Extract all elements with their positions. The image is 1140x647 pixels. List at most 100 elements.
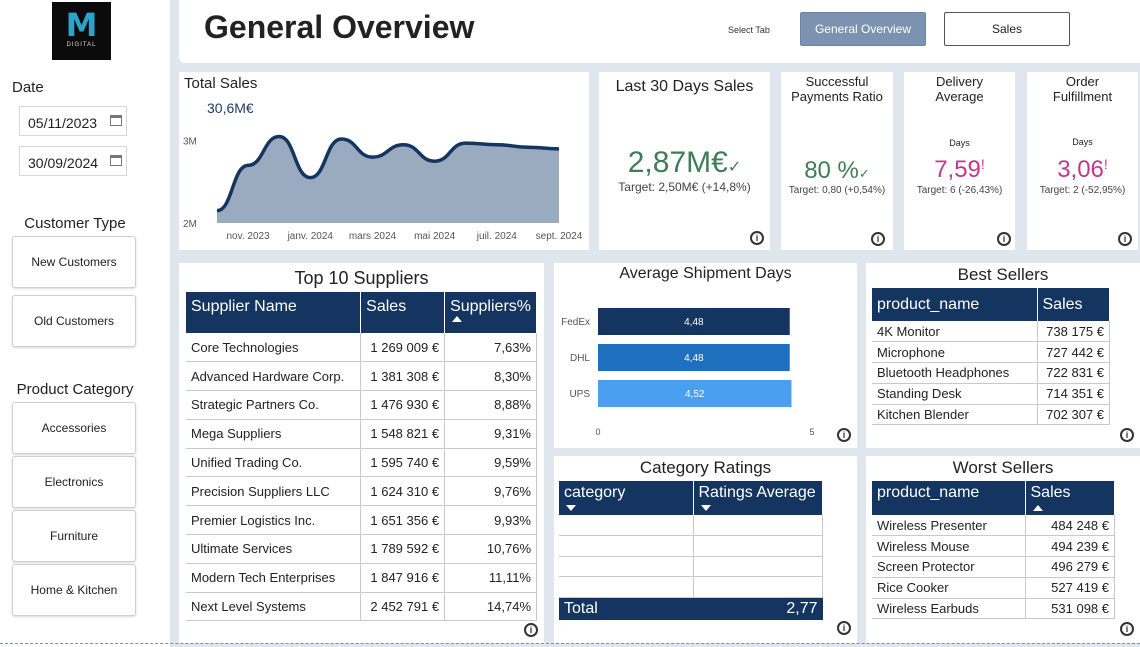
tab-general-overview[interactable]: General Overview [800, 12, 926, 46]
table-row[interactable]: Premier Logistics Inc. 1 651 356 €9,93% [186, 505, 537, 536]
last30-value: 2,87M€ [627, 146, 728, 179]
best-sellers-table-body: 4K Monitor 738 175 € Microphone 727 442 € Bl… [872, 321, 1110, 426]
table-cell: 702 307 € [1037, 404, 1110, 426]
info-icon[interactable]: i [1118, 232, 1132, 246]
slicer-new-customers[interactable]: New Customers [12, 236, 136, 288]
payments-card: Successful Payments Ratio 80 %✓ Target: … [781, 72, 893, 250]
calendar-icon[interactable] [110, 115, 122, 126]
table-cell: 9,93% [444, 505, 537, 536]
table-row[interactable] [559, 535, 823, 557]
table-cell: Advanced Hardware Corp. [186, 361, 362, 392]
table-cell [693, 576, 823, 598]
slicer-accessories[interactable]: Accessories [12, 402, 136, 454]
total-sales-card: Total Sales 30,6M€ 3M 2M nov. 2023 janv. 20… [179, 72, 766, 250]
table-cell: Modern Tech Enterprises [186, 563, 362, 593]
table-cell: 9,31% [444, 419, 537, 449]
info-icon[interactable]: i [750, 231, 764, 245]
info-icon[interactable]: i [837, 428, 851, 442]
table-cell: Precision Suppliers LLC [186, 476, 362, 507]
category-label: DHL [570, 353, 590, 364]
column-header-label: Suppliers% [450, 298, 531, 315]
y-tick-label: 3M [183, 137, 197, 148]
column-header[interactable]: Sales [1037, 288, 1110, 321]
category-ratings-card: Category Ratings category Ratings Averag… [554, 456, 857, 643]
fulfillment-title: Order Fulfillment [1027, 74, 1138, 104]
info-icon[interactable]: i [524, 623, 538, 637]
table-row[interactable]: 4K Monitor 738 175 € [872, 321, 1110, 343]
table-row[interactable]: Strategic Partners Co. 1 476 930 €8,88% [186, 390, 537, 420]
table-row[interactable]: Rice Cooker 527 419 € [872, 577, 1115, 599]
date-from-input[interactable]: 05/11/2023 [19, 106, 127, 136]
tab-sales[interactable]: Sales [944, 12, 1070, 46]
table-row[interactable]: Kitchen Blender 702 307 € [872, 404, 1110, 426]
table-row[interactable]: Ultimate Services 1 789 592 €10,76% [186, 534, 537, 564]
table-row[interactable]: Next Level Systems 2 452 791 €14,74% [186, 592, 537, 622]
table-row[interactable]: Mega Suppliers 1 548 821 €9,31% [186, 419, 537, 449]
column-header[interactable]: Sales [360, 292, 446, 333]
slicer-home-kitchen[interactable]: Home & Kitchen [12, 564, 136, 616]
table-row[interactable] [559, 556, 823, 578]
table-row[interactable]: Standing Desk 714 351 € [872, 383, 1110, 405]
column-header[interactable]: product_name [872, 288, 1038, 321]
calendar-icon[interactable] [110, 155, 122, 166]
header: General Overview Select Tab General Over… [179, 0, 1140, 63]
column-header-sorted[interactable]: category [559, 481, 694, 515]
delivery-unit: Days [949, 138, 970, 148]
info-icon[interactable]: i [997, 232, 1011, 246]
table-row[interactable] [559, 576, 823, 598]
table-row[interactable]: Microphone 727 442 € [872, 341, 1110, 364]
table-row[interactable] [559, 515, 823, 537]
slicer-furniture[interactable]: Furniture [12, 510, 136, 562]
info-icon[interactable]: i [837, 621, 851, 635]
table-cell: 722 831 € [1037, 362, 1110, 384]
column-header-sorted[interactable]: Ratings Average [693, 481, 823, 515]
category-label: FedEx [561, 317, 590, 328]
table-cell: Wireless Mouse [872, 535, 1026, 558]
column-header[interactable]: product_name [872, 481, 1026, 515]
table-row[interactable]: Bluetooth Headphones 722 831 € [872, 362, 1110, 384]
info-icon[interactable]: i [871, 232, 885, 246]
table-row[interactable]: Advanced Hardware Corp. 1 381 308 €8,30% [186, 361, 537, 392]
column-header-sorted[interactable]: Suppliers% [444, 292, 537, 333]
info-icon[interactable]: i [1120, 428, 1134, 442]
slicer-electronics[interactable]: Electronics [12, 456, 136, 508]
customer-type-label: Customer Type [24, 215, 126, 232]
column-header[interactable]: Supplier Name [186, 292, 362, 333]
x-tick-label: juil. 2024 [476, 231, 517, 242]
table-row[interactable]: Screen Protector 496 279 € [872, 556, 1115, 578]
shipment-card: Average Shipment Days 4,48 FedEx 4,48 DHL 4,… [554, 263, 857, 448]
table-cell [559, 535, 694, 557]
fulfillment-card: Order Fulfillment Days 3,06! Target: 2 (… [1027, 72, 1138, 250]
table-cell: Core Technologies [186, 333, 362, 363]
worst-sellers-title: Worst Sellers [952, 458, 1054, 477]
table-row[interactable]: Core Technologies 1 269 009 €7,63% [186, 333, 537, 363]
table-cell: 9,76% [444, 476, 537, 507]
date-to-input[interactable]: 30/09/2024 [19, 146, 127, 176]
total-label: Total [564, 600, 598, 618]
table-cell: Standing Desk [872, 383, 1038, 405]
last30-value-wrap: 2,87M€✓ [599, 146, 770, 180]
table-cell: 738 175 € [1037, 321, 1110, 343]
delivery-value-wrap: 7,59! [904, 156, 1015, 184]
table-row[interactable]: Wireless Presenter 484 248 € [872, 515, 1115, 537]
table-cell: 1 381 308 € [360, 361, 446, 392]
table-row[interactable]: Wireless Earbuds 531 098 € [872, 598, 1115, 620]
column-header-sorted[interactable]: Sales [1025, 481, 1115, 515]
table-row[interactable]: Unified Trading Co. 1 595 740 €9,59% [186, 448, 537, 478]
table-row[interactable]: Precision Suppliers LLC 1 624 310 €9,76% [186, 476, 537, 507]
x-tick-label: nov. 2023 [226, 231, 270, 242]
column-header-label: Ratings Average [698, 484, 816, 501]
alert-icon: ! [980, 156, 985, 172]
table-cell: 10,76% [444, 534, 537, 564]
table-cell: 1 624 310 € [360, 476, 446, 507]
column-header-label: Sales [1030, 484, 1071, 501]
table-cell: Kitchen Blender [872, 404, 1038, 426]
table-row[interactable]: Modern Tech Enterprises 1 847 916 €11,11% [186, 563, 537, 593]
date-to-value: 30/09/2024 [28, 155, 99, 171]
slicer-old-customers[interactable]: Old Customers [12, 295, 136, 347]
table-row[interactable]: Wireless Mouse 494 239 € [872, 535, 1115, 558]
info-icon[interactable]: i [1120, 622, 1134, 636]
best-sellers-card: Best Sellers product_name Sales 4K Monit… [866, 263, 1140, 448]
logo-letter: M [65, 6, 98, 44]
table-cell: Bluetooth Headphones [872, 362, 1038, 384]
